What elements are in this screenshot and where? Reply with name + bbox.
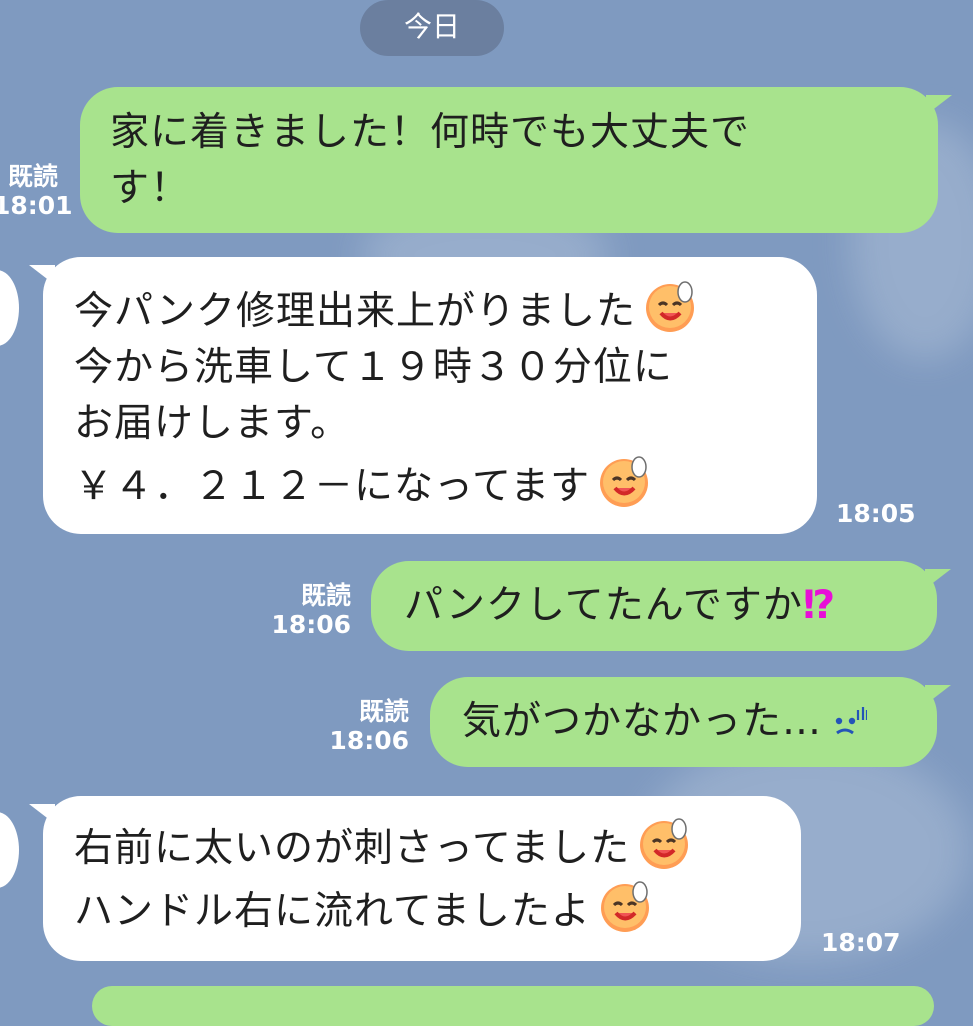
message-time: 18:07 — [821, 928, 901, 957]
message-meta-1: 既読 18:01 — [0, 162, 73, 220]
bubble-tail — [29, 804, 55, 824]
message-text-line: 家に着きました！何時でも大丈夫で — [110, 110, 751, 155]
date-label: 今日 — [403, 10, 460, 43]
sweat-smile-emoji-icon — [600, 881, 649, 932]
message-text: 右前に太いのが刺さってました — [74, 826, 631, 871]
read-status: 既読 — [300, 581, 351, 610]
message-text-line: 右前に太いのが刺さってました — [74, 814, 771, 877]
sweat-smile-emoji-icon — [640, 818, 689, 869]
message-text: 今パンク修理出来上がりました — [74, 289, 636, 334]
message-text-line: ￥４．２１２－になってます — [74, 452, 787, 515]
sweat-smile-emoji-icon — [600, 456, 649, 507]
bubble-tail — [29, 265, 55, 285]
message-text-line: 気がつかなかった… — [462, 694, 907, 750]
sweat-smile-emoji-icon — [645, 281, 694, 332]
bubble-tail — [925, 685, 951, 705]
message-time: 18:06 — [329, 726, 409, 755]
bubble-tail — [926, 95, 952, 115]
sender-avatar[interactable] — [0, 812, 19, 888]
message-text-line: パンクしてたんですか⁉ — [404, 578, 907, 634]
message-time: 18:05 — [836, 499, 916, 528]
bubble-tail — [925, 569, 951, 589]
message-text: ￥４．２１２－になってます — [74, 464, 591, 509]
sent-message-bubble[interactable]: 気がつかなかった… — [430, 677, 951, 767]
sender-avatar[interactable] — [0, 270, 19, 346]
message-text-line: ハンドル右に流れてましたよ — [74, 877, 771, 940]
read-status: 既読 — [358, 697, 409, 726]
message-meta-4: 既読 18:06 — [327, 697, 409, 755]
read-status: 既読 — [7, 162, 58, 191]
message-time: 18:01 — [0, 191, 73, 220]
message-time: 18:06 — [271, 610, 351, 639]
exclamation-question-icon: ⁉ — [802, 583, 835, 628]
partial-sent-message-bubble[interactable] — [92, 986, 934, 1026]
message-text: 気がつかなかった… — [462, 699, 823, 744]
message-text: パンクしてたんですか — [404, 583, 803, 628]
message-text-line: お届けします。 — [74, 401, 351, 446]
sent-message-bubble[interactable]: 家に着きました！何時でも大丈夫で す！ — [80, 87, 952, 233]
message-text: ハンドル右に流れてましたよ — [74, 889, 591, 934]
date-separator: 今日 — [360, 0, 504, 56]
message-text-line: 今から洗車して１９時３０分位に — [74, 345, 673, 390]
received-message-bubble[interactable]: 今パンク修理出来上がりました 今から洗車して１９時３０分位に お届けします。 ￥… — [29, 257, 817, 534]
message-text-line: 今パンク修理出来上がりました — [74, 277, 787, 340]
message-meta-3: 既読 18:06 — [269, 581, 351, 639]
received-message-bubble[interactable]: 右前に太いのが刺さってました ハンドル右に流れてましたよ — [29, 796, 801, 961]
sad-emoji-icon — [835, 707, 868, 735]
sent-message-bubble[interactable]: パンクしてたんですか⁉ — [371, 561, 951, 651]
message-text-line: す！ — [110, 166, 191, 211]
